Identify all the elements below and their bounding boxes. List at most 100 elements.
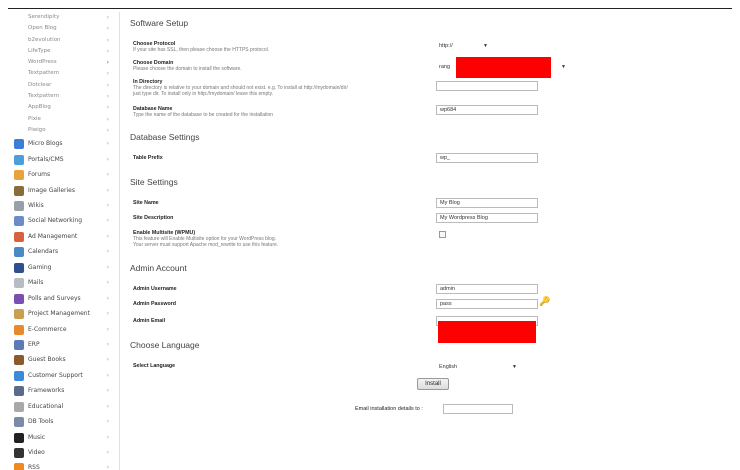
polls-surveys-icon (14, 293, 24, 304)
sidebar-category-label: RSS (28, 464, 40, 470)
mails-icon (14, 278, 24, 289)
chevron-right-icon: › (106, 93, 109, 101)
install-form: Software Setup Choose Protocol If your s… (130, 12, 730, 470)
sidebar-subitem-7[interactable]: Textpattern › (10, 91, 119, 102)
prefix-input[interactable]: wp_ (436, 153, 538, 163)
sidebar-category-list: Micro Blogs › Portals/CMS › Forums › Image Gal… (10, 136, 119, 470)
project-management-icon (14, 309, 24, 320)
chevron-right-icon: › (106, 155, 109, 163)
sidebar-subitem-8[interactable]: AppBlog › (10, 102, 119, 113)
multisite-checkbox[interactable] (439, 231, 446, 238)
social-networking-icon (14, 216, 24, 227)
sidebar-category-label: Calendars (28, 248, 59, 256)
password-label: Admin Password (133, 301, 176, 307)
username-input[interactable]: admin (436, 284, 538, 294)
sidebar-category-7[interactable]: Calendars › (10, 244, 119, 259)
sidebar-category-4[interactable]: Wikis › (10, 198, 119, 213)
sidebar-category-9[interactable]: Mails › (10, 275, 119, 290)
site-desc-input[interactable]: My Wordpress Blog (436, 213, 538, 223)
chevron-right-icon: › (106, 202, 109, 210)
multisite-row: Enable Multisite (WPMU) This feature wil… (133, 230, 433, 248)
sidebar-category-14[interactable]: Guest Books › (10, 352, 119, 367)
sidebar-category-17[interactable]: Educational › (10, 399, 119, 414)
protocol-desc: If your site has SSL, then please choose… (133, 47, 270, 53)
section-title-database-settings: Database Settings (130, 132, 200, 142)
sidebar-category-21[interactable]: RSS › (10, 460, 119, 470)
language-label: Select Language (133, 363, 176, 369)
sidebar-subitem-5[interactable]: Textpattern › (10, 68, 119, 79)
username-row: Admin Username (133, 286, 433, 292)
language-select[interactable]: English ▼ (436, 362, 520, 372)
micro-blogs-icon (14, 139, 24, 150)
email-details-input[interactable] (443, 404, 513, 414)
sidebar-category-19[interactable]: Music › (10, 430, 119, 445)
sidebar-subitem-6[interactable]: Dotclear › (10, 80, 119, 91)
chevron-right-icon: › (106, 186, 109, 194)
domain-select-value: rang (439, 64, 451, 70)
sidebar-subitem-9[interactable]: Pixie › (10, 114, 119, 125)
e-commerce-icon (14, 324, 24, 335)
directory-input[interactable] (436, 81, 538, 91)
sidebar-category-11[interactable]: Project Management › (10, 306, 119, 321)
sidebar: Serendipity › Open Blog › b2evolution › LifeTy… (10, 12, 120, 470)
sidebar-category-10[interactable]: Polls and Surveys › (10, 291, 119, 306)
sidebar-category-13[interactable]: ERP › (10, 337, 119, 352)
sidebar-category-8[interactable]: Gaming › (10, 260, 119, 275)
sidebar-category-20[interactable]: Video › (10, 445, 119, 460)
sidebar-subitem-label: Serendipity (28, 14, 60, 20)
sidebar-category-1[interactable]: Portals/CMS › (10, 152, 119, 167)
sidebar-category-label: DB Tools (28, 418, 54, 426)
dbname-desc: Type the name of the database to be crea… (133, 112, 274, 118)
sidebar-subitem-3[interactable]: LifeType › (10, 46, 119, 57)
sidebar-category-label: Guest Books (28, 356, 66, 364)
sidebar-category-6[interactable]: Ad Management › (10, 229, 119, 244)
chevron-right-icon: › (106, 418, 109, 426)
customer-support-icon (14, 370, 24, 381)
chevron-right-icon: › (106, 59, 109, 67)
key-icon[interactable]: 🔑 (539, 297, 550, 307)
language-select-value: English (439, 364, 458, 370)
sidebar-category-5[interactable]: Social Networking › (10, 213, 119, 228)
ad-management-icon (14, 231, 24, 242)
sidebar-category-0[interactable]: Micro Blogs › (10, 136, 119, 151)
sidebar-category-label: Forums (28, 171, 51, 179)
music-icon (14, 432, 24, 443)
sidebar-category-label: Image Galleries (28, 186, 76, 194)
sidebar-subitem-10[interactable]: Piwigo › (10, 125, 119, 136)
chevron-right-icon: › (106, 279, 109, 287)
chevron-down-icon: ▼ (483, 43, 488, 49)
sidebar-subitem-label: b2evolution (28, 36, 61, 43)
section-title-site-settings: Site Settings (130, 177, 178, 187)
section-title-software-setup: Software Setup (130, 18, 189, 28)
sidebar-category-2[interactable]: Forums › (10, 167, 119, 182)
chevron-right-icon: › (106, 248, 109, 256)
wikis-icon (14, 201, 24, 212)
chevron-right-icon: › (106, 104, 109, 112)
sidebar-subitem-1[interactable]: Open Blog › (10, 23, 119, 34)
sidebar-category-12[interactable]: E-Commerce › (10, 322, 119, 337)
sidebar-category-16[interactable]: Frameworks › (10, 383, 119, 398)
sidebar-subitem-0[interactable]: Serendipity › (10, 12, 119, 23)
install-button[interactable]: Install (417, 378, 449, 390)
chevron-right-icon: › (106, 325, 109, 333)
sidebar-category-18[interactable]: DB Tools › (10, 414, 119, 429)
sidebar-subitem-2[interactable]: b2evolution › (10, 35, 119, 46)
sidebar-subitem-label: Textpattern (28, 70, 60, 77)
frameworks-icon (14, 386, 24, 397)
sidebar-subitem-4[interactable]: WordPress › (10, 57, 119, 68)
chevron-right-icon: › (106, 36, 109, 44)
language-row: Select Language (133, 363, 433, 369)
chevron-right-icon: › (106, 217, 109, 225)
rss-icon (14, 463, 24, 470)
sidebar-category-3[interactable]: Image Galleries › (10, 183, 119, 198)
protocol-select[interactable]: http:// ▼ (436, 41, 491, 51)
protocol-row: Choose Protocol If your site has SSL, th… (133, 41, 433, 53)
gaming-icon (14, 262, 24, 273)
sidebar-category-label: Micro Blogs (28, 140, 63, 148)
chevron-right-icon: › (106, 115, 109, 123)
dbname-input[interactable]: wp684 (436, 105, 538, 115)
sidebar-category-15[interactable]: Customer Support › (10, 368, 119, 383)
password-input[interactable]: pass (436, 299, 538, 309)
image-galleries-icon (14, 185, 24, 196)
site-name-input[interactable]: My Blog (436, 198, 538, 208)
